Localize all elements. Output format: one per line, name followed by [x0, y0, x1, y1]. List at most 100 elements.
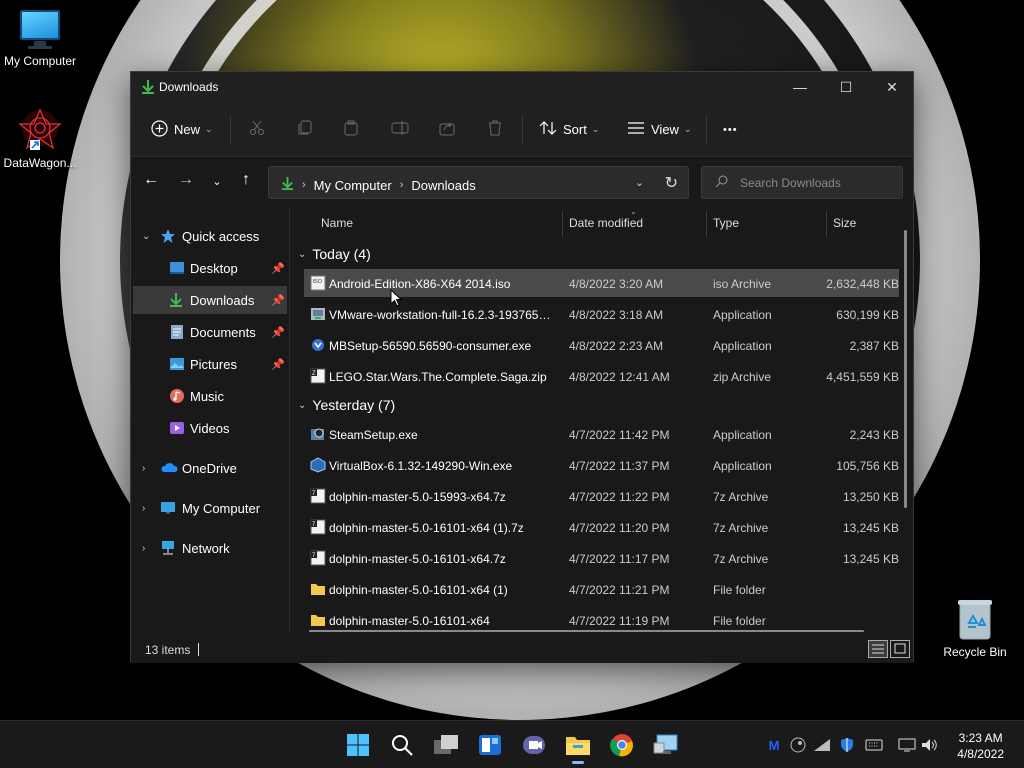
sidebar-item-label: Videos — [190, 420, 230, 436]
chrome-icon[interactable] — [606, 729, 638, 761]
column-divider[interactable] — [826, 211, 827, 237]
new-label: New — [174, 122, 201, 137]
sidebar-item-desktop[interactable]: Desktop 📌 — [133, 254, 287, 282]
file-name: MBSetup-56590.56590-consumer.exe — [329, 339, 532, 353]
svg-text:ISO: ISO — [313, 279, 323, 285]
chevron-right-icon[interactable]: › — [142, 543, 145, 554]
delete-button[interactable] — [487, 102, 503, 157]
pin-icon: 📌 — [271, 358, 285, 371]
remote-desktop-icon[interactable] — [650, 729, 682, 761]
search-box[interactable] — [701, 166, 903, 199]
display-tray-icon[interactable] — [898, 736, 916, 754]
paste-button[interactable] — [343, 102, 359, 157]
column-divider[interactable] — [562, 211, 563, 237]
up-arrow-icon[interactable]: ↑ — [234, 171, 258, 189]
minimize-button[interactable]: — — [777, 72, 823, 102]
rename-button[interactable] — [391, 102, 409, 157]
cut-button[interactable] — [249, 102, 265, 157]
sort-button[interactable]: Sort ⌄ — [539, 102, 599, 157]
column-header-type[interactable]: Type — [713, 207, 739, 239]
sidebar-item-my-computer[interactable]: › My Computer — [133, 494, 287, 522]
file-explorer-taskbar-icon[interactable] — [562, 729, 594, 764]
forward-arrow-icon[interactable]: → — [174, 171, 198, 189]
recycle-bin-icon — [955, 597, 995, 641]
large-icons-view-icon[interactable] — [890, 640, 910, 658]
chevron-right-icon[interactable]: › — [142, 463, 145, 474]
security-shield-icon[interactable] — [838, 736, 856, 754]
file-row[interactable]: SteamSetup.exe 4/7/2022 11:42 PM Applica… — [304, 420, 899, 448]
back-arrow-icon[interactable]: ← — [139, 171, 163, 189]
folder-icon — [310, 612, 326, 628]
sidebar-item-documents[interactable]: Documents 📌 — [133, 318, 287, 346]
file-date: 4/7/2022 11:22 PM — [569, 490, 670, 504]
file-name: LEGO.Star.Wars.The.Complete.Saga.zip — [329, 370, 547, 384]
file-row[interactable]: 7 dolphin-master-5.0-15993-x64.7z 4/7/20… — [304, 482, 899, 510]
file-row[interactable]: dolphin-master-5.0-16101-x64 (1) 4/7/202… — [304, 575, 899, 603]
sidebar-item-label: Desktop — [190, 260, 238, 276]
file-list-pane: ⌄ Name Date modified Type Size ⌄ Today (… — [290, 207, 913, 632]
sidebar-item-label: Music — [190, 388, 224, 404]
desktop-icon-recycle-bin[interactable]: Recycle Bin — [935, 597, 1015, 659]
file-type: 7z Archive — [713, 552, 769, 566]
widgets-icon[interactable] — [474, 729, 506, 761]
system-clock[interactable]: 3:23 AM 4/8/2022 — [957, 730, 1004, 762]
copy-button[interactable] — [297, 102, 313, 157]
navigation-pane: ⌄ Quick access Desktop 📌 Downloads 📌 Doc — [131, 207, 289, 632]
file-row[interactable]: dolphin-master-5.0-16101-x64 4/7/2022 11… — [304, 606, 899, 632]
chevron-down-icon[interactable]: ⌄ — [142, 231, 150, 242]
more-options-button[interactable]: ••• — [723, 102, 738, 157]
file-row[interactable]: 7 dolphin-master-5.0-16101-x64.7z 4/7/20… — [304, 544, 899, 572]
breadcrumb-my-computer[interactable]: My Computer — [314, 178, 392, 193]
search-input[interactable] — [740, 174, 895, 192]
list-lines-icon — [627, 121, 645, 138]
file-row[interactable]: VirtualBox-6.1.32-149290-Win.exe 4/7/202… — [304, 451, 899, 479]
network-tray-icon[interactable] — [813, 736, 831, 754]
refresh-icon[interactable]: ↻ — [665, 173, 678, 193]
sidebar-item-network[interactable]: › Network — [133, 534, 287, 562]
chevron-right-icon[interactable]: › — [142, 503, 145, 514]
view-button[interactable]: View ⌄ — [627, 102, 692, 157]
file-date: 4/7/2022 11:21 PM — [569, 583, 670, 597]
breadcrumb-downloads[interactable]: Downloads — [411, 178, 475, 193]
close-button[interactable]: ✕ — [869, 72, 915, 102]
share-button[interactable] — [439, 102, 455, 157]
column-header-date-modified[interactable]: Date modified — [569, 207, 643, 239]
file-row[interactable]: MBSetup-56590.56590-consumer.exe 4/8/202… — [304, 331, 899, 359]
address-bar[interactable]: › My Computer › Downloads ⌄ ↻ — [268, 166, 689, 199]
file-row[interactable]: 7 dolphin-master-5.0-16101-x64 (1).7z 4/… — [304, 513, 899, 541]
sidebar-item-quick-access[interactable]: ⌄ Quick access — [133, 222, 287, 250]
vertical-scrollbar[interactable] — [904, 230, 907, 508]
volume-icon[interactable] — [921, 736, 939, 754]
group-header-yesterday[interactable]: ⌄ Yesterday (7) — [298, 394, 395, 416]
new-button[interactable]: New ⌄ — [151, 102, 213, 157]
sidebar-item-videos[interactable]: Videos — [133, 414, 287, 442]
column-header-name[interactable]: Name — [321, 207, 353, 239]
keyboard-icon[interactable] — [865, 736, 883, 754]
start-button[interactable] — [342, 729, 374, 761]
address-history-chevron-icon[interactable]: ⌄ — [635, 176, 644, 189]
file-explorer-window: Downloads — ☐ ✕ New ⌄ Sort ⌄ View ⌄ ••• … — [130, 71, 914, 663]
taskbar: M 3:23 AM 4/8/2022 — [0, 720, 1024, 768]
task-view-icon[interactable] — [430, 729, 462, 761]
group-header-today[interactable]: ⌄ Today (4) — [298, 243, 371, 265]
file-row[interactable]: Z LEGO.Star.Wars.The.Complete.Saga.zip 4… — [304, 362, 899, 390]
recent-locations-chevron-icon[interactable]: ⌄ — [205, 175, 229, 188]
desktop-icon-datawagon[interactable]: DataWagon... — [0, 108, 80, 170]
steam-tray-icon[interactable] — [789, 736, 807, 754]
sidebar-item-music[interactable]: Music — [133, 382, 287, 410]
sidebar-item-onedrive[interactable]: › OneDrive — [133, 454, 287, 482]
sidebar-item-downloads[interactable]: Downloads 📌 — [133, 286, 287, 314]
title-bar[interactable]: Downloads — ☐ ✕ — [131, 72, 913, 102]
desktop-icon-my-computer[interactable]: My Computer — [0, 10, 80, 68]
maximize-button[interactable]: ☐ — [823, 72, 869, 102]
installer-icon — [310, 337, 326, 353]
column-header-size[interactable]: Size — [833, 207, 856, 239]
chat-icon[interactable] — [518, 729, 550, 761]
details-view-icon[interactable] — [868, 640, 888, 658]
copy-icon — [297, 120, 313, 139]
file-type: File folder — [713, 614, 766, 628]
malwarebytes-tray-icon[interactable]: M — [765, 736, 783, 754]
column-divider[interactable] — [706, 211, 707, 237]
search-icon[interactable] — [386, 729, 418, 761]
sidebar-item-pictures[interactable]: Pictures 📌 — [133, 350, 287, 378]
